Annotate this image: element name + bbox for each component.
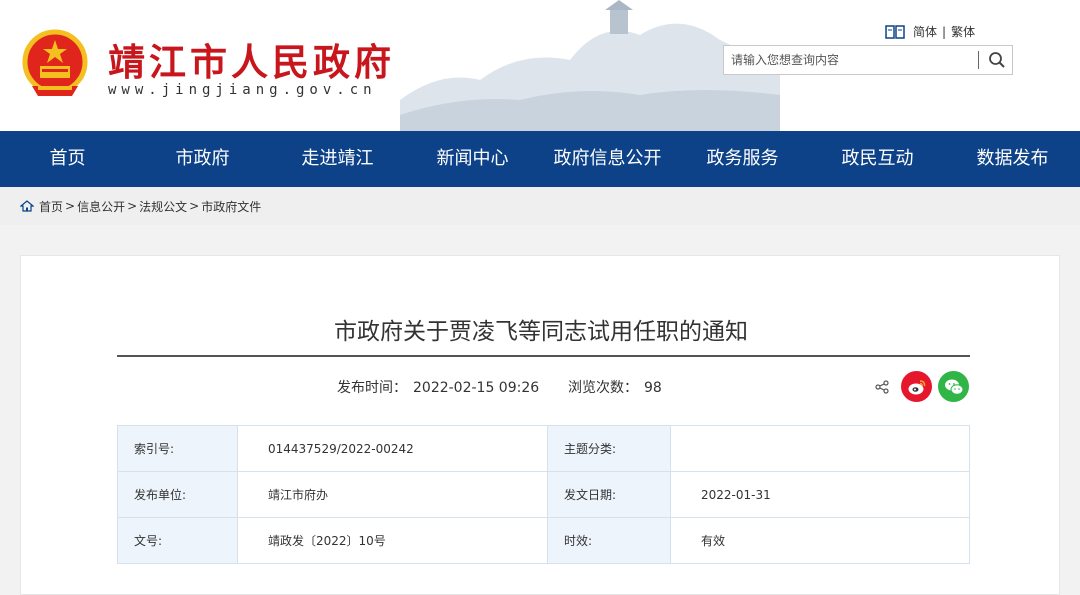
- nav-item-about-jingjiang[interactable]: 走进靖江: [270, 131, 405, 187]
- breadcrumb-separator: >: [189, 199, 200, 213]
- search-divider: [978, 51, 979, 69]
- nav-item-info-disclosure[interactable]: 政府信息公开: [540, 131, 675, 187]
- breadcrumb: 首页 > 信息公开 > 法规公文 > 市政府文件: [0, 187, 1080, 225]
- book-icon: [885, 24, 905, 39]
- language-switch: 简体 | 繁体: [885, 23, 975, 40]
- publish-time-label: 发布时间：: [337, 380, 407, 396]
- index-number-value: 014437529/2022-00242: [237, 425, 548, 472]
- nav-item-gov-services[interactable]: 政务服务: [675, 131, 810, 187]
- weibo-icon: [908, 379, 925, 394]
- search-icon: [989, 52, 1005, 68]
- publish-time: 发布时间： 2022-02-15 09:26: [337, 377, 539, 397]
- view-count-label: 浏览次数：: [568, 380, 638, 396]
- topic-category-label: 主题分类:: [547, 425, 671, 472]
- lang-separator: |: [942, 24, 947, 39]
- traditional-chinese-link[interactable]: 繁体: [951, 23, 975, 40]
- breadcrumb-regulations[interactable]: 法规公文: [139, 198, 187, 215]
- nav-item-news[interactable]: 新闻中心: [405, 131, 540, 187]
- issuer-value: 靖江市府办: [237, 471, 548, 518]
- validity-value: 有效: [670, 517, 970, 564]
- nav-item-interaction[interactable]: 政民互动: [810, 131, 945, 187]
- title-divider: [117, 355, 970, 357]
- wechat-icon: [944, 379, 963, 395]
- site-url: www.jingjiang.gov.cn: [108, 82, 377, 98]
- search-input[interactable]: [724, 46, 976, 74]
- view-count-value: 98: [644, 380, 662, 396]
- share-bar: [875, 371, 969, 402]
- table-row: 文号: 靖政发〔2022〕10号 时效: 有效: [117, 517, 970, 564]
- doc-number-label: 文号:: [117, 517, 238, 564]
- breadcrumb-home[interactable]: 首页: [39, 198, 63, 215]
- article-panel: 市政府关于贾凌飞等同志试用任职的通知 发布时间： 2022-02-15 09:26…: [20, 255, 1060, 595]
- index-number-label: 索引号:: [117, 425, 238, 472]
- table-row: 发布单位: 靖江市府办 发文日期: 2022-01-31: [117, 471, 970, 518]
- share-icon[interactable]: [875, 379, 889, 394]
- breadcrumb-info-disclosure[interactable]: 信息公开: [77, 198, 125, 215]
- doc-number-value: 靖政发〔2022〕10号: [237, 517, 548, 564]
- nav-item-home[interactable]: 首页: [0, 131, 135, 187]
- publish-time-value: 2022-02-15 09:26: [413, 380, 540, 396]
- issue-date-value: 2022-01-31: [670, 471, 970, 518]
- table-row: 索引号: 014437529/2022-00242 主题分类:: [117, 425, 970, 472]
- breadcrumb-separator: >: [127, 199, 138, 213]
- issuer-label: 发布单位:: [117, 471, 238, 518]
- search-box: [723, 45, 1013, 75]
- document-info-table: 索引号: 014437529/2022-00242 主题分类: 发布单位: 靖江…: [117, 425, 970, 564]
- weibo-share-button[interactable]: [901, 371, 932, 402]
- validity-label: 时效:: [547, 517, 671, 564]
- national-emblem-logo: [22, 29, 88, 96]
- issue-date-label: 发文日期:: [547, 471, 671, 518]
- nav-item-government[interactable]: 市政府: [135, 131, 270, 187]
- main-nav: 首页 市政府 走进靖江 新闻中心 政府信息公开 政务服务 政民互动 数据发布: [0, 131, 1080, 187]
- article-title: 市政府关于贾凌飞等同志试用任职的通知: [334, 319, 748, 345]
- home-icon: [20, 200, 34, 212]
- search-button[interactable]: [982, 46, 1012, 74]
- site-name[interactable]: 靖江市人民政府: [108, 32, 395, 86]
- wechat-share-button[interactable]: [938, 371, 969, 402]
- nav-item-data-release[interactable]: 数据发布: [945, 131, 1080, 187]
- topic-category-value: [670, 425, 970, 472]
- breadcrumb-separator: >: [65, 199, 76, 213]
- simplified-chinese-link[interactable]: 简体: [913, 23, 937, 40]
- breadcrumb-gov-documents[interactable]: 市政府文件: [201, 198, 261, 215]
- view-count: 浏览次数： 98: [568, 377, 662, 397]
- site-header: 靖江市人民政府 www.jingjiang.gov.cn 简体 | 繁体: [0, 0, 1080, 131]
